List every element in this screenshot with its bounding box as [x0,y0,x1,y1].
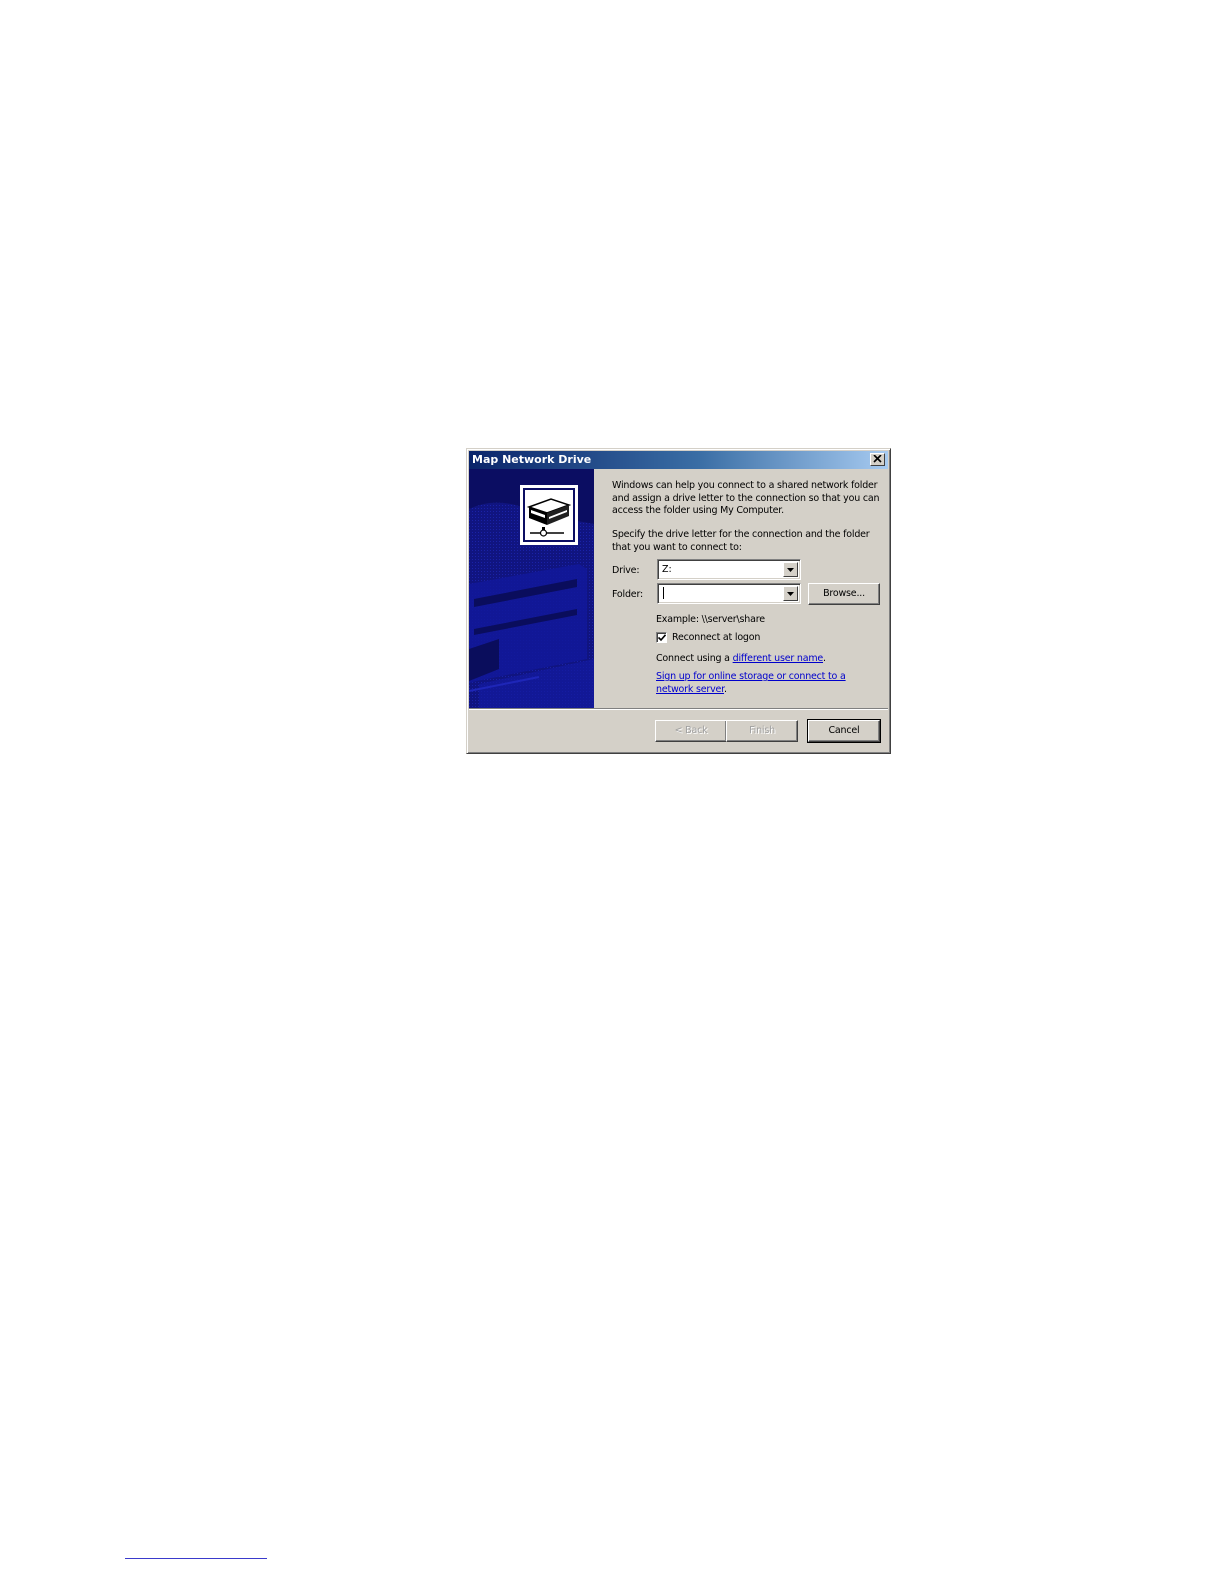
folder-label: Folder: [612,589,643,600]
chevron-down-icon [787,568,794,572]
different-user-name-link[interactable]: different user name [733,653,824,664]
folder-dropdown-button[interactable] [783,586,798,601]
drive-select[interactable]: Z: [657,559,801,580]
specify-text: Specify the drive letter for the connect… [612,529,870,553]
chevron-down-icon [787,592,794,596]
back-button[interactable]: < Back [655,720,727,742]
reconnect-checkbox[interactable] [656,632,667,643]
folder-input[interactable] [657,583,801,604]
signup-online-storage-link[interactable]: Sign up for online storage or connect to… [656,671,846,695]
connect-prefix: Connect using a [656,653,733,664]
document-page: Map Network Drive Windows can help you c… [0,0,1224,1584]
intro-text: Windows can help you connect to a shared… [612,480,880,516]
checkmark-icon [658,634,666,642]
dialog-title: Map Network Drive [472,453,592,466]
reconnect-label[interactable]: Reconnect at logon [672,632,760,643]
example-text: Example: \\server\share [656,614,765,625]
signup-text: Sign up for online storage or connect to… [656,671,876,696]
browse-button[interactable]: Browse... [808,583,880,605]
close-button[interactable] [870,453,885,466]
drive-dropdown-button[interactable] [783,562,798,577]
wizard-banner [469,469,594,708]
signup-suffix: . [724,683,727,695]
map-network-drive-dialog: Map Network Drive Windows can help you c… [466,448,891,754]
cancel-button[interactable]: Cancel [807,719,881,743]
footer-separator [469,708,888,710]
drive-value: Z: [662,564,672,575]
connect-suffix: . [823,653,826,664]
network-drive-icon [520,485,578,545]
text-cursor [663,587,664,599]
title-bar[interactable]: Map Network Drive [469,451,888,469]
connect-using-text: Connect using a different user name. [656,653,826,664]
finish-button[interactable]: Finish [726,720,798,742]
drive-label: Drive: [612,565,640,576]
footnote-rule [125,1558,267,1559]
close-icon [873,455,882,463]
